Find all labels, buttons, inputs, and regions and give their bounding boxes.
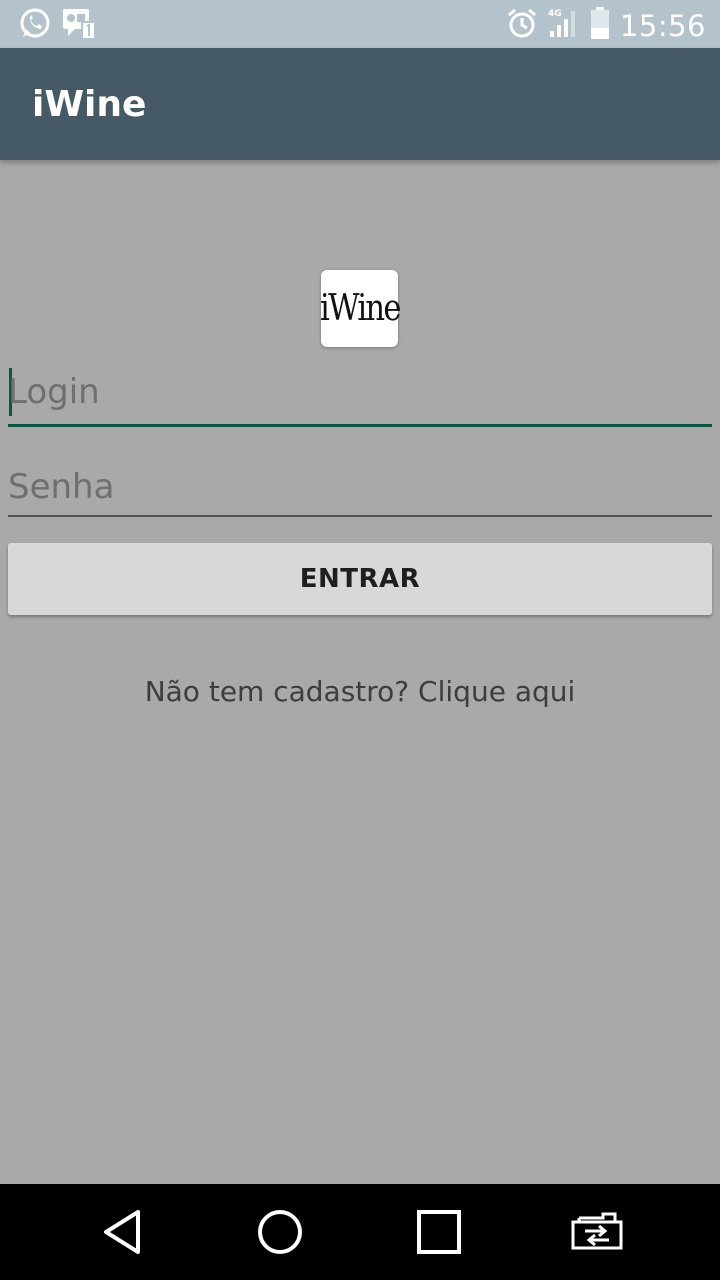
- status-bar: 4G 15:56: [0, 0, 720, 48]
- login-field[interactable]: Login: [8, 360, 712, 427]
- app-title: iWine: [32, 84, 147, 125]
- signup-link[interactable]: Não tem cadastro? Clique aqui: [0, 675, 720, 708]
- password-placeholder: Senha: [8, 467, 115, 507]
- app-bar: iWine: [0, 48, 720, 160]
- home-icon[interactable]: [250, 1202, 310, 1262]
- whatsapp-icon: [18, 6, 52, 45]
- recents-icon[interactable]: [409, 1202, 469, 1262]
- network-label: 4G: [548, 9, 562, 19]
- navigation-bar: [0, 1184, 720, 1280]
- battery-icon: [590, 6, 610, 45]
- status-bar-left: [18, 6, 96, 45]
- password-field[interactable]: Senha: [8, 455, 712, 517]
- notification-icon: [62, 6, 96, 45]
- alarm-icon: [506, 7, 538, 44]
- switch-app-icon[interactable]: [567, 1202, 627, 1262]
- back-icon[interactable]: [92, 1202, 152, 1262]
- login-placeholder: Login: [8, 372, 100, 412]
- status-time: 15:56: [619, 8, 706, 43]
- status-bar-right: 4G 15:56: [506, 6, 706, 45]
- signal-icon: 4G: [548, 7, 580, 44]
- login-button[interactable]: ENTRAR: [8, 543, 712, 615]
- app-logo: iWine: [319, 270, 402, 347]
- logo-text: iWine: [319, 288, 402, 329]
